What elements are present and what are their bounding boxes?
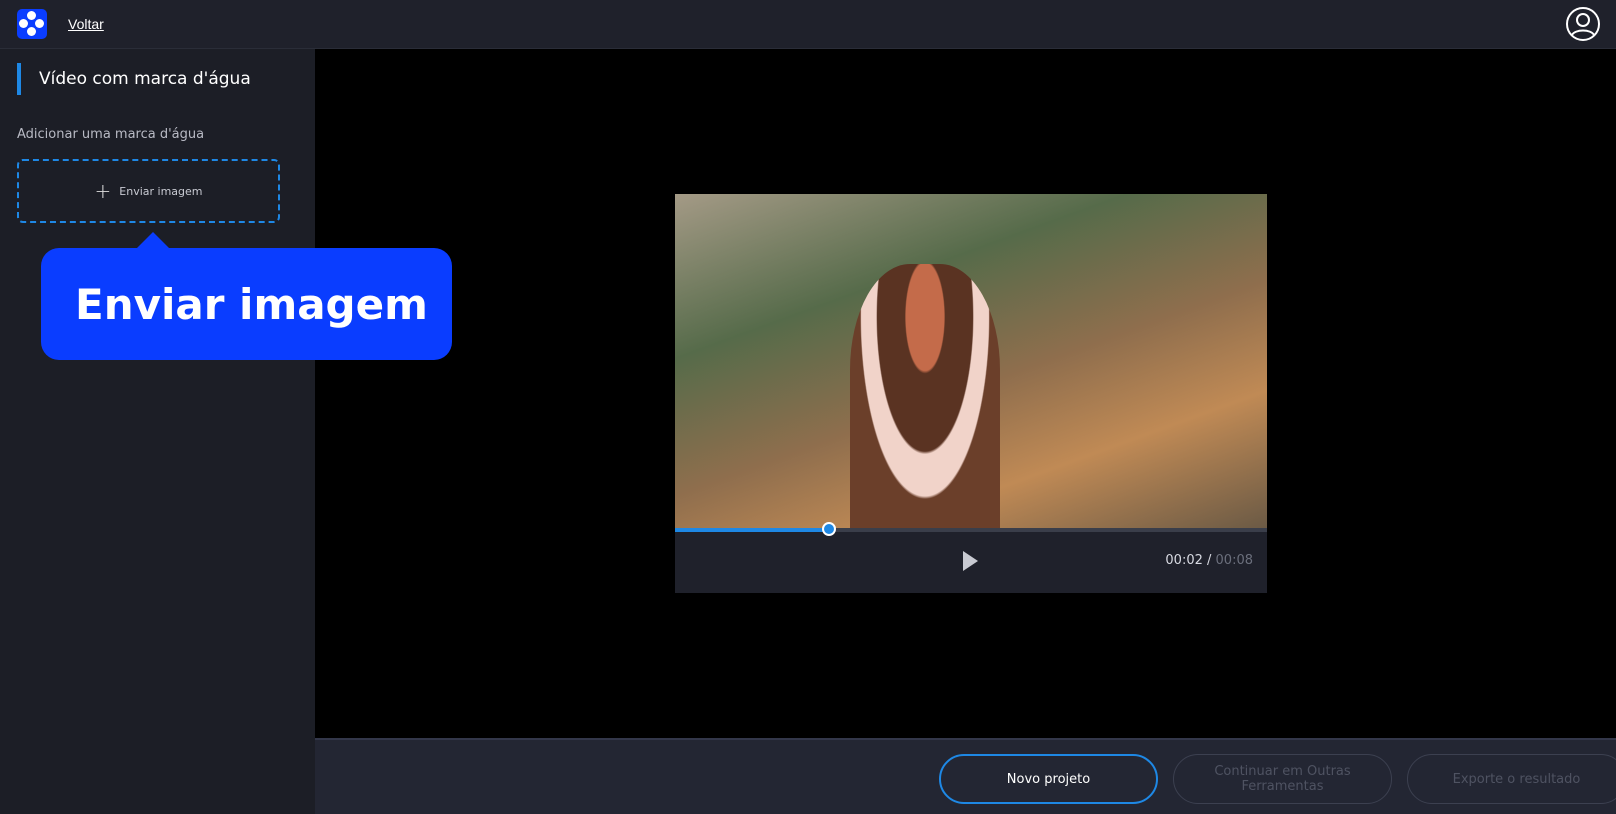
video-frame[interactable] — [675, 194, 1267, 528]
video-subject — [850, 264, 1000, 528]
section-label: Adicionar uma marca d'água — [17, 127, 205, 142]
tooltip-text: Enviar imagem — [75, 279, 428, 329]
upload-label: Enviar imagem — [119, 184, 203, 198]
time-display: 00:02 / 00:08 — [1165, 553, 1253, 568]
panel-title: Vídeo com marca d'água — [17, 63, 251, 95]
tooltip: Enviar imagem — [41, 232, 452, 360]
upload-image-button[interactable]: + Enviar imagem — [17, 159, 280, 223]
top-bar: Voltar — [0, 0, 1616, 49]
plus-icon: + — [94, 179, 112, 203]
user-account-icon[interactable] — [1565, 6, 1601, 42]
back-link[interactable]: Voltar — [68, 16, 104, 32]
seek-bar[interactable] — [675, 522, 1267, 536]
total-time: 00:08 — [1215, 553, 1253, 568]
new-project-button[interactable]: Novo projeto — [939, 754, 1158, 804]
video-player: 00:02 / 00:08 — [675, 194, 1267, 593]
sidebar: Vídeo com marca d'água Adicionar uma mar… — [0, 49, 315, 814]
play-icon[interactable] — [963, 551, 978, 571]
continue-other-tools-button[interactable]: Continuar em Outras Ferramentas — [1173, 754, 1392, 804]
app-logo-icon[interactable] — [17, 9, 47, 39]
seek-handle[interactable] — [821, 522, 836, 536]
current-time: 00:02 — [1165, 553, 1203, 568]
seek-bar-fill — [675, 528, 829, 532]
export-result-button[interactable]: Exporte o resultado — [1407, 754, 1616, 804]
action-bar: Novo projeto Continuar em Outras Ferrame… — [315, 738, 1616, 814]
